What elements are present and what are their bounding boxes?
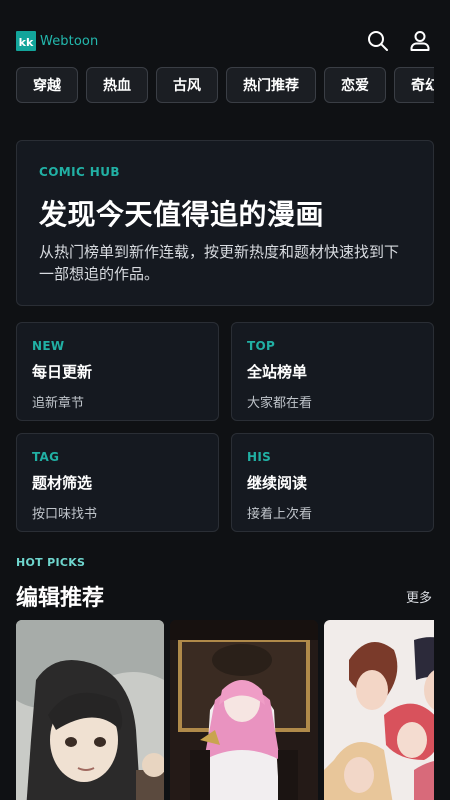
logo-mark: kk bbox=[16, 31, 36, 51]
comic-cover[interactable] bbox=[170, 620, 318, 800]
hero-description: 从热门榜单到新作连载，按更新热度和题材快速找到下一部想追的作品。 bbox=[39, 243, 400, 283]
tag-chip[interactable]: 穿越 bbox=[16, 67, 78, 103]
card-title: 题材筛选 bbox=[32, 474, 93, 492]
quick-card-tag[interactable]: TAG 题材筛选 按口味找书 bbox=[16, 433, 219, 532]
card-subtitle: 接着上次看 bbox=[247, 507, 313, 522]
quick-card-history[interactable]: HIS 继续阅读 接着上次看 bbox=[231, 433, 434, 532]
app-header: kk Webtoon bbox=[0, 0, 450, 62]
tag-chip[interactable]: 奇幻 bbox=[394, 67, 434, 103]
comic-cover[interactable] bbox=[16, 620, 164, 800]
card-subtitle: 追新章节 bbox=[32, 396, 85, 411]
comic-cover-list[interactable] bbox=[16, 620, 434, 800]
card-title: 全站榜单 bbox=[247, 363, 308, 381]
more-link[interactable]: 更多 bbox=[406, 587, 432, 606]
card-kicker: HIS bbox=[247, 450, 272, 464]
card-kicker: NEW bbox=[32, 339, 65, 353]
search-icon[interactable] bbox=[366, 29, 390, 53]
logo[interactable]: kk Webtoon bbox=[16, 31, 98, 51]
quick-card-new[interactable]: NEW 每日更新 追新章节 bbox=[16, 322, 219, 421]
card-subtitle: 大家都在看 bbox=[247, 396, 313, 411]
user-icon[interactable] bbox=[408, 29, 432, 53]
section-title: 编辑推荐 bbox=[16, 586, 105, 611]
hero-banner: COMIC HUB 发现今天值得追的漫画 从热门榜单到新作连载，按更新热度和题材… bbox=[16, 140, 434, 306]
section-kicker: HOT PICKS bbox=[16, 556, 86, 569]
comic-cover[interactable] bbox=[324, 620, 434, 800]
card-kicker: TAG bbox=[32, 450, 60, 464]
card-title: 继续阅读 bbox=[247, 474, 308, 492]
tag-chip[interactable]: 古风 bbox=[156, 67, 218, 103]
card-title: 每日更新 bbox=[32, 363, 93, 381]
logo-text: Webtoon bbox=[40, 33, 99, 49]
card-kicker: TOP bbox=[247, 339, 276, 353]
card-subtitle: 按口味找书 bbox=[32, 507, 98, 522]
tag-chip[interactable]: 热门推荐 bbox=[226, 67, 316, 103]
quick-card-top[interactable]: TOP 全站榜单 大家都在看 bbox=[231, 322, 434, 421]
tag-chip[interactable]: 热血 bbox=[86, 67, 148, 103]
hero-kicker: COMIC HUB bbox=[39, 165, 120, 179]
quick-entry-grid: NEW 每日更新 追新章节 TOP 全站榜单 大家都在看 TAG 题材筛选 按口… bbox=[16, 322, 434, 532]
genre-tag-list[interactable]: 穿越 热血 古风 热门推荐 恋爱 奇幻 bbox=[16, 67, 434, 103]
tag-chip[interactable]: 恋爱 bbox=[324, 67, 386, 103]
hero-title: 发现今天值得追的漫画 bbox=[39, 198, 325, 231]
